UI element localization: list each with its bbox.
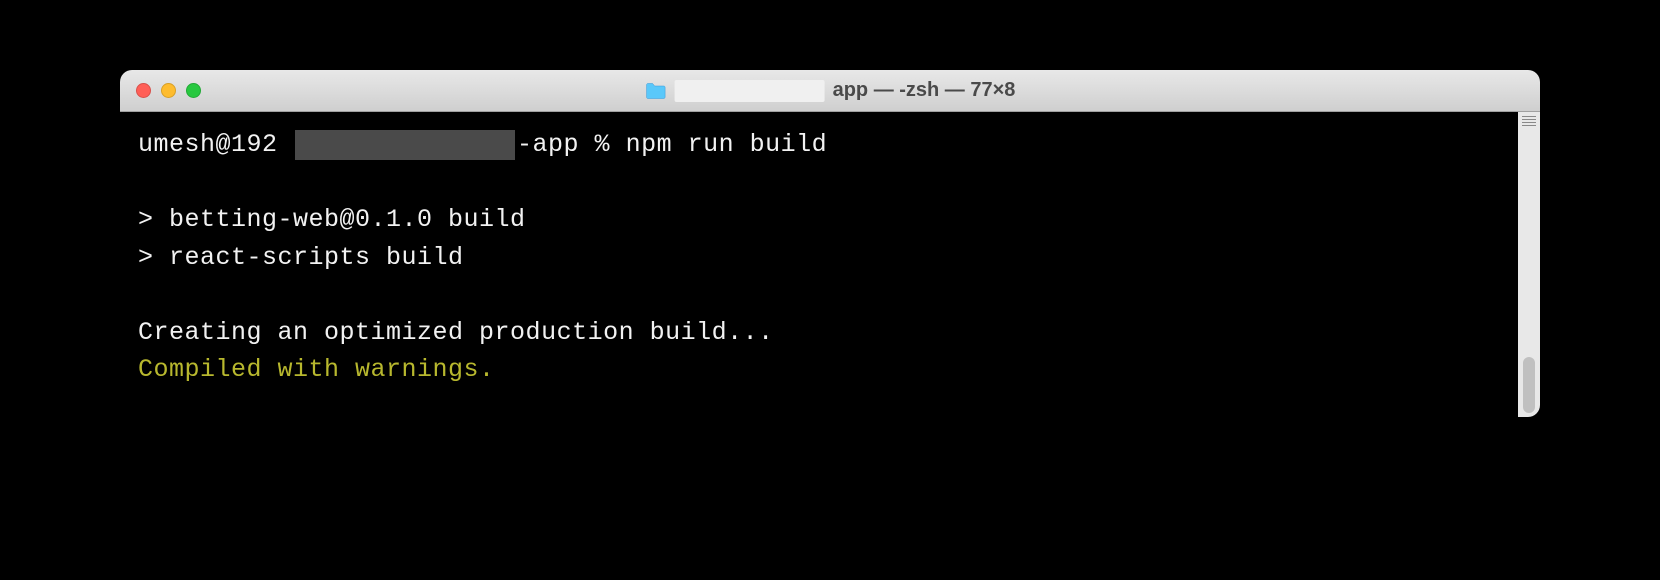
zoom-button[interactable] <box>186 83 201 98</box>
window-title-text: app — -zsh — 77×8 <box>833 79 1016 102</box>
scrollbar[interactable] <box>1518 112 1540 417</box>
title-bar[interactable]: app — -zsh — 77×8 <box>120 70 1540 112</box>
title-redacted-segment <box>675 80 825 102</box>
scroll-thumb[interactable] <box>1523 357 1535 413</box>
output-line-2: > react-scripts build <box>138 239 1500 277</box>
traffic-lights <box>136 83 201 98</box>
output-line-3: Creating an optimized production build..… <box>138 314 1500 352</box>
prompt-redacted-segment <box>295 130 515 160</box>
prompt-line: umesh@192 -app % npm run build <box>138 126 1500 164</box>
folder-icon <box>645 82 667 100</box>
command-text: npm run build <box>626 126 828 164</box>
terminal-body-wrapper: umesh@192 -app % npm run build > betting… <box>120 112 1540 417</box>
terminal-body[interactable]: umesh@192 -app % npm run build > betting… <box>120 112 1518 417</box>
output-line-1: > betting-web@0.1.0 build <box>138 201 1500 239</box>
scroll-indicator-icon <box>1522 116 1536 128</box>
window-title: app — -zsh — 77×8 <box>645 79 1016 102</box>
blank-line <box>138 164 1500 202</box>
blank-line <box>138 276 1500 314</box>
prompt-user-host: umesh@192 <box>138 126 293 164</box>
output-warning-line: Compiled with warnings. <box>138 351 1500 389</box>
minimize-button[interactable] <box>161 83 176 98</box>
prompt-path-suffix: -app % <box>517 126 626 164</box>
terminal-window: app — -zsh — 77×8 umesh@192 -app % npm r… <box>120 70 1540 417</box>
close-button[interactable] <box>136 83 151 98</box>
